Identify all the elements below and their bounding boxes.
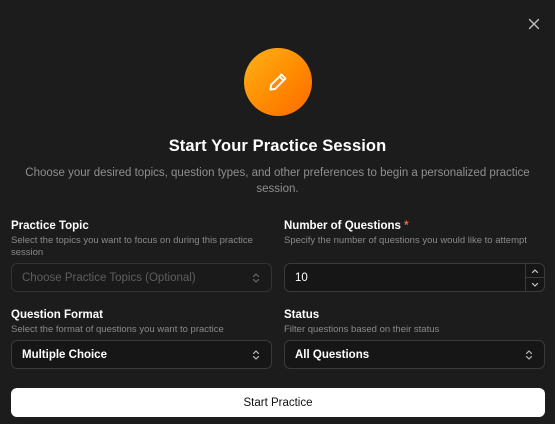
question-format-help: Select the format of questions you want … bbox=[11, 324, 224, 335]
dialog-title: Start Your Practice Session bbox=[168, 137, 387, 155]
close-button[interactable] bbox=[524, 14, 544, 34]
hero-badge bbox=[244, 48, 312, 116]
number-of-questions-value: 10 bbox=[295, 271, 308, 284]
number-of-questions-label-text: Number of Questions bbox=[284, 220, 401, 232]
close-icon bbox=[528, 18, 540, 30]
start-practice-button[interactable]: Start Practice bbox=[11, 388, 545, 417]
status-value: All Questions bbox=[295, 348, 370, 361]
status-select[interactable]: All Questions bbox=[284, 340, 545, 369]
practice-topic-help: Select the topics you want to focus on d… bbox=[11, 235, 253, 258]
required-mark: * bbox=[404, 220, 409, 232]
number-of-questions-label: Number of Questions * bbox=[284, 220, 545, 232]
status-help: Filter questions based on their status bbox=[284, 324, 440, 335]
chevron-down-icon bbox=[531, 282, 539, 287]
number-of-questions-input[interactable]: 10 bbox=[284, 263, 545, 292]
number-of-questions-field: Number of Questions * Specify the number… bbox=[284, 220, 545, 292]
practice-topic-select[interactable]: Choose Practice Topics (Optional) bbox=[11, 263, 272, 292]
status-label: Status bbox=[284, 309, 320, 321]
number-of-questions-help: Specify the number of questions you woul… bbox=[284, 235, 527, 246]
increment-button[interactable] bbox=[526, 264, 544, 277]
quantity-stepper bbox=[525, 264, 544, 291]
dialog-subtitle: Choose your desired topics, question typ… bbox=[25, 167, 530, 195]
practice-topic-field: Practice Topic Select the topics you wan… bbox=[11, 220, 272, 292]
practice-topic-placeholder: Choose Practice Topics (Optional) bbox=[22, 271, 196, 284]
chevron-up-down-icon bbox=[251, 348, 261, 362]
decrement-button[interactable] bbox=[526, 277, 544, 291]
question-format-value: Multiple Choice bbox=[22, 348, 107, 361]
chevron-up-icon bbox=[531, 268, 539, 273]
question-format-label: Question Format bbox=[11, 309, 104, 321]
pencil-icon bbox=[269, 73, 287, 91]
practice-session-dialog: Start Your Practice Session Choose your … bbox=[0, 0, 555, 424]
status-field: Status Filter questions based on their s… bbox=[284, 309, 545, 369]
chevron-up-down-icon bbox=[251, 271, 261, 285]
question-format-field: Question Format Select the format of que… bbox=[11, 309, 272, 369]
chevron-up-down-icon bbox=[524, 348, 534, 362]
practice-topic-label: Practice Topic bbox=[11, 220, 89, 232]
question-format-select[interactable]: Multiple Choice bbox=[11, 340, 272, 369]
